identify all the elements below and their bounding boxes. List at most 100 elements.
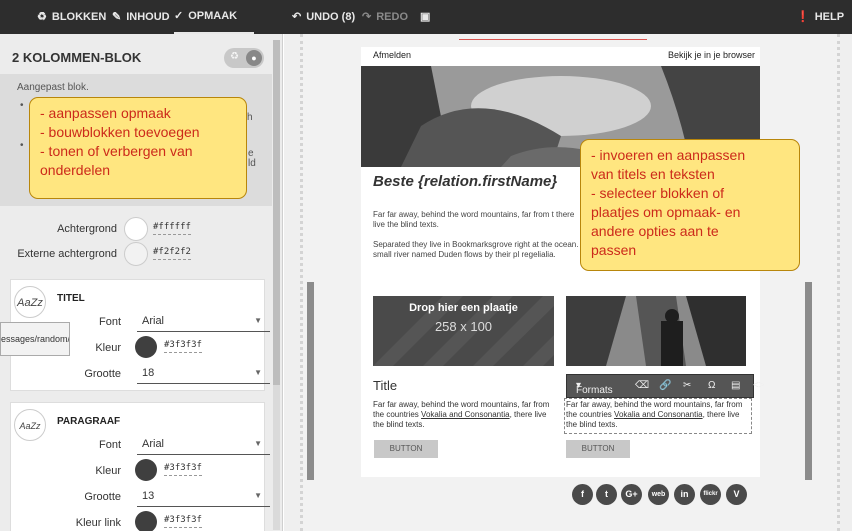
tab-content-label: INHOUD <box>126 11 170 23</box>
outer-background-label: Externe achtergrond <box>17 248 117 260</box>
title-section-name: TITEL <box>57 293 85 304</box>
chevron-down-icon: ▼ <box>254 316 262 325</box>
link-icon[interactable]: 🔗 <box>659 380 671 391</box>
google-plus-icon[interactable]: G+ <box>621 484 642 505</box>
unsubscribe-link[interactable]: Afmelden <box>373 50 411 60</box>
paragraph-size-select[interactable]: 13 ▼ <box>137 487 270 507</box>
image-icon: ▣ <box>420 11 431 23</box>
paragraph-section-name: PARAGRAAF <box>57 416 121 427</box>
blocks-icon: ♻ <box>230 51 239 62</box>
paragraph-color-swatch[interactable] <box>135 459 157 481</box>
title-font-select[interactable]: Arial ▼ <box>137 312 270 332</box>
paragraph-font-select[interactable]: Arial ▼ <box>137 435 270 455</box>
callout-left: - aanpassen opmaak - bouwblokken toevoeg… <box>29 97 247 199</box>
tab-blocks-label: BLOKKEN <box>51 11 107 23</box>
link-color-swatch[interactable] <box>135 511 157 531</box>
callout-line: - bouwblokken toevoegen <box>40 124 200 140</box>
special-char-icon[interactable]: Ω <box>708 380 715 391</box>
button-right[interactable]: BUTTON <box>566 440 630 458</box>
tab-style[interactable]: ✓ OPMAAK <box>174 0 254 34</box>
drop-size: 258 x 100 <box>434 319 493 334</box>
column-text-link[interactable]: Vokalia and Consonantia <box>421 410 510 419</box>
flickr-icon[interactable]: flickr <box>700 484 721 505</box>
formats-dropdown[interactable]: Formats ▾ <box>576 380 613 396</box>
size-label: Grootte <box>84 491 121 503</box>
font-label: Font <box>98 316 121 328</box>
bullet: • <box>20 140 24 151</box>
pencil-icon: ✎ <box>112 11 122 23</box>
column-text-left[interactable]: Far far away, behind the word mountains,… <box>373 400 555 430</box>
clipped-text: h <box>247 112 253 123</box>
help-button[interactable]: ❗ HELP <box>796 0 844 34</box>
help-label: HELP <box>814 11 845 23</box>
paragraph-size-value: 13 <box>142 490 155 502</box>
paragraph-color-value[interactable]: #3f3f3f <box>164 463 202 476</box>
clear-format-icon[interactable]: ⌫ <box>635 380 649 391</box>
view-in-browser-link[interactable]: Bekijk je in je browser <box>668 50 755 60</box>
callout-line: van titels en teksten <box>591 166 715 182</box>
linkedin-icon[interactable]: in <box>674 484 695 505</box>
facebook-icon[interactable]: f <box>572 484 593 505</box>
paragraph-font-icon: AaZz <box>14 409 46 441</box>
chevron-down-icon: ▼ <box>254 368 262 377</box>
button-left[interactable]: BUTTON <box>374 440 438 458</box>
callout-line: plaatjes om opmaak- en <box>591 204 741 220</box>
redo-label: REDO <box>376 11 408 23</box>
background-label: Achtergrond <box>57 223 117 235</box>
text-edit-toolbar: Formats ▾ ⌫ 🔗 ✂ Ω ▤ <> <box>566 374 765 398</box>
tab-style-label: OPMAAK <box>188 10 238 22</box>
title-color-swatch[interactable] <box>135 336 157 358</box>
panel-scrollbar[interactable] <box>273 40 280 530</box>
email-paragraph-2[interactable]: Separated they live in Bookmarksgrove ri… <box>373 240 588 260</box>
tab-content[interactable]: ✎ INHOUD <box>112 0 170 34</box>
info-icon: ❗ <box>796 11 810 23</box>
title-font-icon: AaZz <box>14 286 46 318</box>
block-toggle[interactable]: ♻ ● <box>224 48 264 68</box>
outer-background-value[interactable]: #f2f2f2 <box>153 247 191 260</box>
column-title[interactable]: Title <box>373 378 397 393</box>
blocks-icon: ♻ <box>37 11 47 23</box>
email-paragraph-1[interactable]: Far far away, behind the word mountains,… <box>373 210 588 230</box>
callout-line: - aanpassen opmaak <box>40 105 171 121</box>
callout-line: andere opties aan te <box>591 223 719 239</box>
background-row: Achtergrond #ffffff <box>0 217 272 243</box>
scroll-rail-left[interactable] <box>307 282 314 480</box>
title-size-select[interactable]: 18 ▼ <box>137 364 270 384</box>
outer-background-swatch[interactable] <box>124 242 148 266</box>
paragraph-style-card: AaZz PARAGRAAF Font Arial ▼ Kleur #3f3f3… <box>10 402 270 531</box>
background-swatch[interactable] <box>124 217 148 241</box>
tab-blocks[interactable]: ♻ BLOKKEN <box>37 0 106 34</box>
url-tooltip: essages/random/ <box>0 322 70 356</box>
business-photo[interactable] <box>566 296 746 366</box>
callout-line: onderdelen <box>40 162 111 178</box>
scroll-rail-right[interactable] <box>805 282 812 480</box>
paste-icon[interactable]: ▤ <box>731 380 740 391</box>
city-photo <box>566 296 746 366</box>
vimeo-icon[interactable]: V <box>726 484 747 505</box>
callout-line: passen <box>591 242 637 258</box>
chevron-down-icon: ▼ <box>254 439 262 448</box>
image-drop-zone[interactable]: Drop hier een plaatje 258 x 100 <box>373 296 554 366</box>
selection-line <box>459 39 647 40</box>
unlink-icon[interactable]: ✂ <box>683 380 691 391</box>
panel-title: 2 KOLOMMEN-BLOK <box>12 50 142 65</box>
undo-button[interactable]: ↶ UNDO (8) <box>292 0 355 34</box>
clipped-text: ld <box>248 158 256 169</box>
editing-outline <box>564 398 752 434</box>
email-greeting[interactable]: Beste {relation.firstName} <box>373 173 557 190</box>
brush-icon: ✓ <box>174 10 184 22</box>
web-icon[interactable]: web <box>648 484 669 505</box>
link-color-value[interactable]: #3f3f3f <box>164 515 202 528</box>
formats-label: Formats <box>576 385 613 396</box>
toggle-knob: ● <box>246 50 262 66</box>
title-color-value[interactable]: #3f3f3f <box>164 340 202 353</box>
undo-label: UNDO (8) <box>306 11 356 23</box>
twitter-icon[interactable]: t <box>596 484 617 505</box>
preview-image-button[interactable]: ▣ <box>420 0 430 34</box>
top-toolbar: ♻ BLOKKEN ✎ INHOUD ✓ OPMAAK ↶ UNDO (8) ↷… <box>0 0 852 34</box>
code-icon[interactable]: <> <box>753 380 765 391</box>
redo-button[interactable]: ↷ REDO <box>362 0 408 34</box>
scrollbar-thumb[interactable] <box>273 40 280 385</box>
background-value[interactable]: #ffffff <box>153 222 191 235</box>
title-font-value: Arial <box>142 315 165 327</box>
